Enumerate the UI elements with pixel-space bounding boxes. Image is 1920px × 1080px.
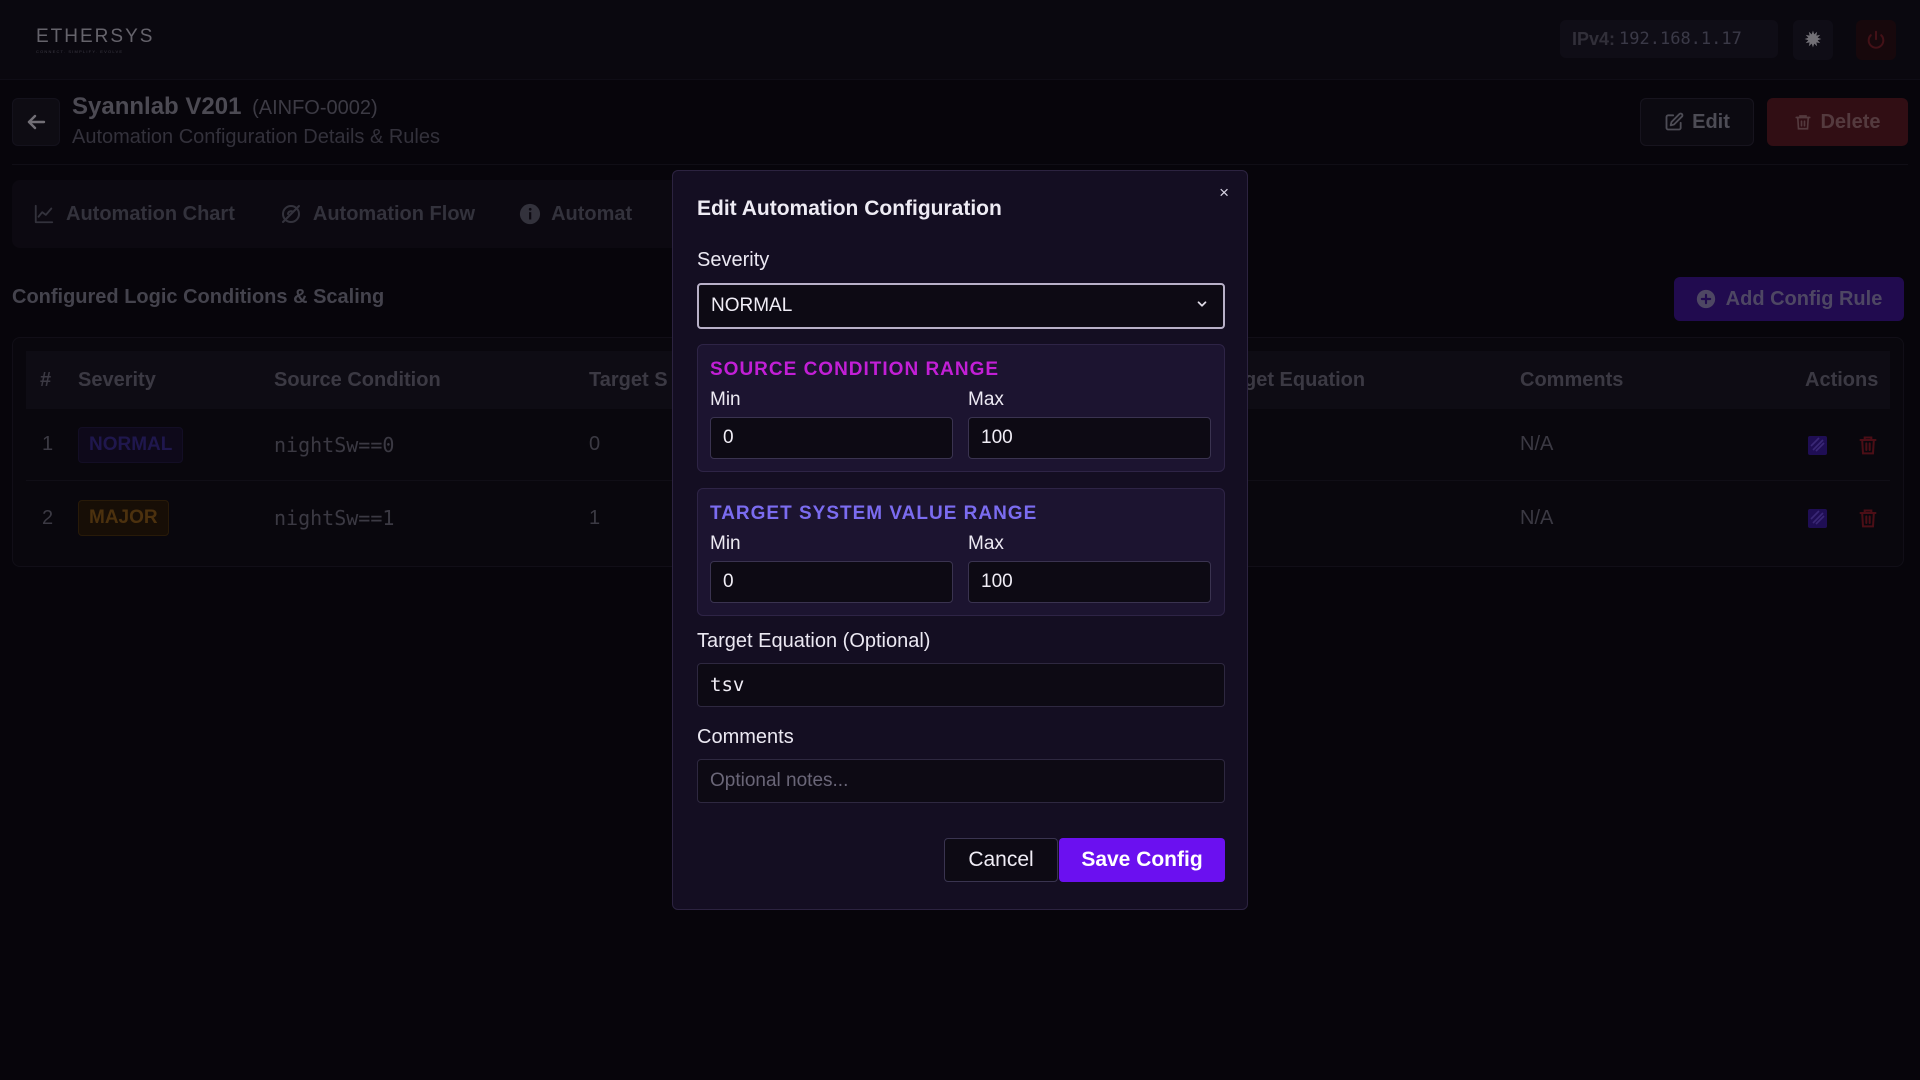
save-config-button[interactable]: Save Config xyxy=(1059,838,1225,882)
severity-select[interactable]: NORMAL xyxy=(697,283,1225,329)
target-min-value: 0 xyxy=(723,571,734,592)
target-equation-label: Target Equation (Optional) xyxy=(697,630,931,652)
source-max-value: 100 xyxy=(981,427,1013,448)
modal-title: Edit Automation Configuration xyxy=(697,197,1002,220)
cancel-button[interactable]: Cancel xyxy=(944,838,1058,882)
source-min-input[interactable]: 0 xyxy=(710,417,953,459)
comments-placeholder: Optional notes... xyxy=(710,770,849,791)
chevron-down-icon xyxy=(1197,301,1207,307)
severity-label: Severity xyxy=(697,249,770,271)
source-min-label: Min xyxy=(710,389,741,410)
severity-select-value: NORMAL xyxy=(711,295,793,316)
comments-label: Comments xyxy=(697,726,794,748)
target-min-label: Min xyxy=(710,533,741,554)
target-system-value-range: TARGET SYSTEM VALUE RANGE Min Max 0 100 xyxy=(697,488,1225,616)
source-max-label: Max xyxy=(968,389,1004,410)
source-max-input[interactable]: 100 xyxy=(968,417,1211,459)
source-min-value: 0 xyxy=(723,427,734,448)
target-max-value: 100 xyxy=(981,571,1013,592)
target-equation-input[interactable]: tsv xyxy=(697,663,1225,707)
edit-automation-modal: × Edit Automation Configuration Severity… xyxy=(672,170,1248,910)
target-equation-value: tsv xyxy=(710,674,745,696)
source-range-title: SOURCE CONDITION RANGE xyxy=(710,359,1000,380)
target-min-input[interactable]: 0 xyxy=(710,561,953,603)
source-condition-range: SOURCE CONDITION RANGE Min Max 0 100 xyxy=(697,344,1225,472)
target-max-label: Max xyxy=(968,533,1004,554)
target-max-input[interactable]: 100 xyxy=(968,561,1211,603)
comments-input[interactable]: Optional notes... xyxy=(697,759,1225,803)
close-icon[interactable]: × xyxy=(1219,183,1229,203)
target-range-title: TARGET SYSTEM VALUE RANGE xyxy=(710,503,1038,524)
